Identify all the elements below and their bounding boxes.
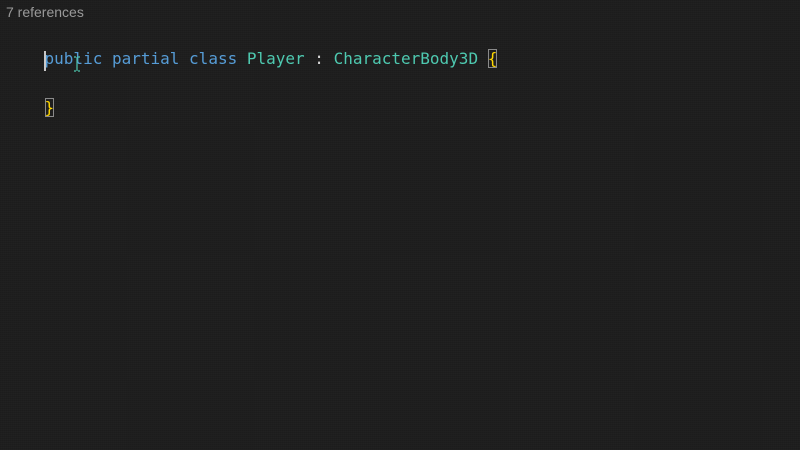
keyword-class: class bbox=[189, 49, 238, 68]
text-caret bbox=[44, 51, 46, 71]
code-line-1[interactable]: public partial class Player : CharacterB… bbox=[6, 23, 498, 68]
code-line-3[interactable]: } bbox=[6, 72, 55, 117]
close-brace-highlighted: } bbox=[44, 98, 55, 117]
open-brace-highlighted: { bbox=[487, 49, 498, 68]
codelens-references-link[interactable]: 7 references bbox=[6, 3, 84, 21]
colon-token: : bbox=[314, 49, 324, 68]
ibeam-cursor-icon bbox=[72, 56, 82, 72]
keyword-partial: partial bbox=[111, 49, 180, 68]
code-editor[interactable]: 7 references public partial class Player… bbox=[0, 0, 800, 450]
base-type-name: CharacterBody3D bbox=[333, 49, 479, 68]
class-name: Player bbox=[246, 49, 305, 68]
